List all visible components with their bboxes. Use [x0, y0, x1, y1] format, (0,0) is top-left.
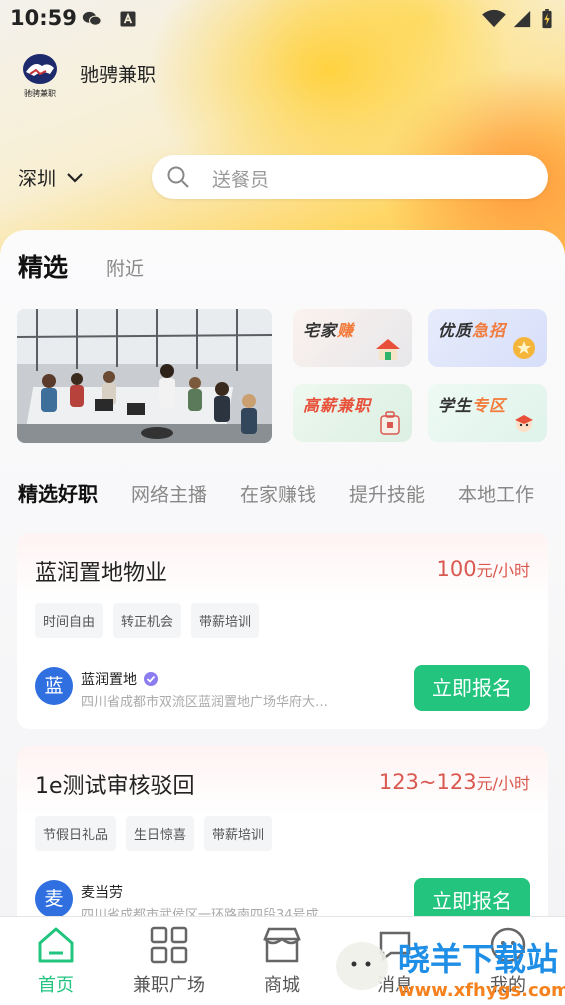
tab-featured[interactable]: 精选 [18, 248, 68, 284]
tab-job-square[interactable]: 兼职广场 [119, 925, 219, 997]
job-tag: 带薪培训 [191, 603, 260, 638]
app-notification-icon [120, 11, 136, 27]
job-title: 蓝润置地物业 [35, 561, 168, 586]
category-tab-local-jobs[interactable]: 本地工作 [458, 480, 534, 507]
category-tab-skills[interactable]: 提升技能 [349, 480, 425, 507]
city-selector[interactable]: 深圳 [18, 164, 84, 191]
home-icon [38, 927, 74, 963]
job-tags: 时间自由 转正机会 带薪培训 [35, 603, 260, 638]
job-title: 1e测试审核驳回 [35, 774, 195, 799]
job-tags: 节假日礼品 生日惊喜 带薪培训 [35, 816, 273, 851]
app-title: 驰骋兼职 [80, 64, 157, 86]
svg-text:驰骋兼职: 驰骋兼职 [24, 88, 56, 98]
category-tab-live-streaming[interactable]: 网络主播 [131, 480, 207, 507]
watermark-logo: 晓羊下载站 www.xfhygs.com [336, 940, 565, 1001]
company-address: 四川省成都市双流区蓝润置地广场华府大… [81, 695, 329, 710]
category-tab-work-from-home[interactable]: 在家赚钱 [240, 480, 316, 507]
tile-high-salary[interactable]: 高薪兼职 [293, 384, 412, 442]
company-avatar: 蓝 [35, 667, 73, 705]
tab-home[interactable]: 首页 [6, 925, 106, 997]
job-price: 123~123元/小时 [378, 770, 530, 794]
search-placeholder: 送餐员 [212, 169, 270, 191]
store-icon [263, 927, 301, 963]
company-name: 蓝润置地 [81, 669, 159, 689]
job-tag: 生日惊喜 [126, 816, 195, 851]
tab-nearby[interactable]: 附近 [106, 254, 144, 281]
wechat-icon [82, 11, 102, 26]
battery-icon [542, 9, 552, 29]
status-time: 10:59 [10, 6, 77, 30]
apply-button[interactable]: 立即报名 [414, 665, 530, 711]
job-tag: 带薪培训 [204, 816, 273, 851]
tile-student-zone[interactable]: 学生专区 [428, 384, 547, 442]
category-tab-featured-jobs[interactable]: 精选好职 [18, 478, 98, 507]
job-price: 100元/小时 [436, 557, 531, 581]
chevron-down-icon [67, 172, 83, 183]
search-icon [167, 166, 189, 188]
app-bar: 驰骋兼职 驰骋兼职 [0, 46, 565, 102]
category-tabs: 精选好职 网络主播 在家赚钱 提升技能 本地工作 [18, 478, 565, 508]
house-icon [376, 339, 400, 360]
office-photo [17, 309, 272, 443]
city-label: 深圳 [18, 168, 57, 190]
search-input[interactable]: 送餐员 [152, 155, 548, 199]
job-card[interactable]: 蓝润置地物业 100元/小时 时间自由 转正机会 带薪培训 蓝 蓝润置地 四川省… [17, 533, 548, 729]
banner-image[interactable] [17, 309, 272, 443]
company-avatar: 麦 [35, 880, 73, 918]
svg-text:晓羊下载站: 晓羊下载站 [398, 940, 558, 978]
tile-urgent-hire[interactable]: 优质急招 [428, 309, 547, 367]
svg-text:www.xfhygs.com: www.xfhygs.com [398, 980, 565, 1001]
status-bar: 10:59 [0, 0, 565, 38]
verified-badge-icon [144, 672, 158, 686]
star-coin-icon [513, 337, 535, 359]
wifi-icon [482, 9, 506, 28]
job-card[interactable]: 1e测试审核驳回 123~123元/小时 节假日礼品 生日惊喜 带薪培训 麦 麦… [17, 746, 548, 942]
app-logo: 驰骋兼职 [23, 54, 57, 98]
briefcase-icon [380, 411, 400, 435]
job-tag: 时间自由 [35, 603, 104, 638]
tile-home-earn[interactable]: 宅家赚 [293, 309, 412, 367]
grid-icon [150, 926, 188, 964]
job-tag: 节假日礼品 [35, 816, 117, 851]
signal-icon [513, 10, 531, 28]
student-icon [515, 415, 533, 432]
job-tag: 转正机会 [113, 603, 182, 638]
company-name: 麦当劳 [81, 885, 123, 901]
tab-store[interactable]: 商城 [232, 925, 332, 997]
